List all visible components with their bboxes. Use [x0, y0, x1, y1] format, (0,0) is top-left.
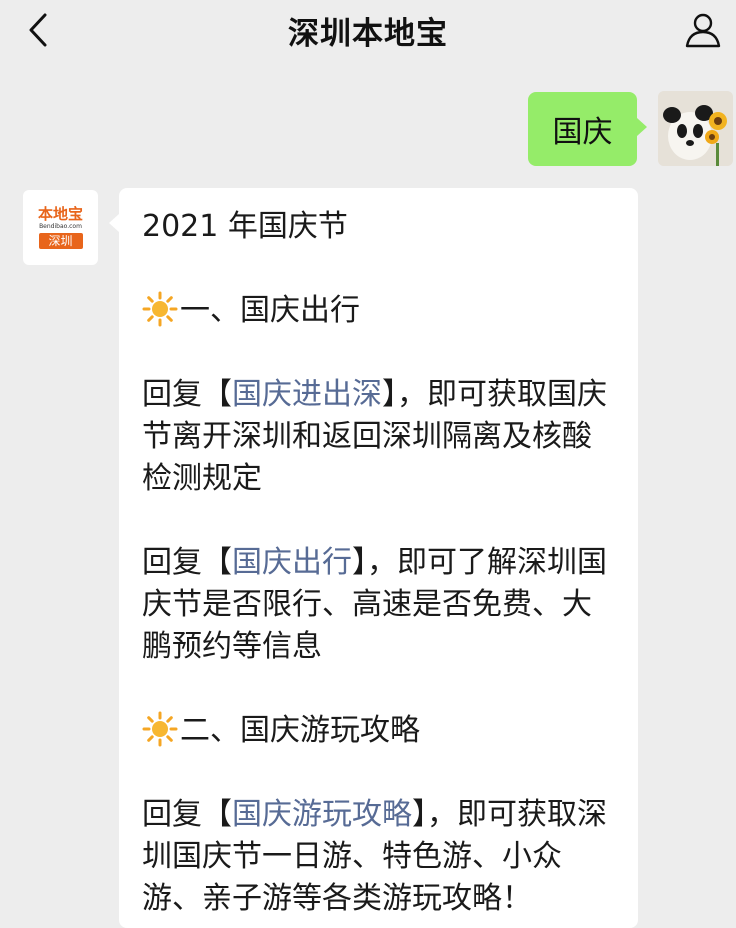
- keyword-link-guoqing-jinchushen[interactable]: 国庆进出深: [232, 377, 382, 412]
- panda-avatar-image: [658, 91, 733, 166]
- reply-instruction-2: 回复【国庆出行】，即可了解深圳国庆节是否限行、高速是否免费、大鹏预约等信息: [142, 542, 616, 668]
- section-title-text: 二、国庆游玩攻略: [180, 713, 420, 748]
- sun-icon: [142, 291, 178, 327]
- person-icon: [685, 13, 721, 48]
- message-heading: 2021 年国庆节: [142, 209, 348, 244]
- sun-icon: [142, 711, 178, 747]
- reply-instruction-3: 回复【国庆游玩攻略】，即可获取深圳国庆节一日游、特色游、小众游、亲子游等各类游玩…: [142, 794, 616, 920]
- profile-button[interactable]: [680, 8, 726, 52]
- section-title-travel: 一、国庆出行: [142, 290, 616, 332]
- section-title-text: 一、国庆出行: [180, 293, 360, 328]
- reply-instruction-1: 回复【国庆进出深】，即可获取国庆节离开深圳和返回深圳隔离及核酸检测规定: [142, 374, 616, 500]
- keyword-link-guoqing-youwan[interactable]: 国庆游玩攻略: [232, 797, 412, 832]
- keyword-link-guoqing-chuxing[interactable]: 国庆出行: [232, 545, 352, 580]
- logo-text: 本地宝: [37, 205, 83, 223]
- incoming-message-bubble: 2021 年国庆节 一、国庆出行 回复【国庆进出深】，即可获取国庆节离开深圳和返…: [109, 188, 638, 928]
- user-avatar[interactable]: [658, 91, 733, 166]
- reply-prefix: 回复【: [142, 545, 232, 580]
- logo-city: 深圳: [38, 233, 83, 249]
- chat-title: 深圳本地宝: [288, 16, 448, 52]
- outgoing-message-text: 国庆: [552, 115, 613, 150]
- chat-header: 深圳本地宝: [0, 0, 736, 60]
- section-title-tour: 二、国庆游玩攻略: [142, 710, 616, 752]
- outgoing-message-bubble[interactable]: 国庆: [528, 92, 647, 166]
- reply-prefix: 回复【: [142, 797, 232, 832]
- reply-prefix: 回复【: [142, 377, 232, 412]
- logo-url: Bendibao.com: [39, 223, 82, 230]
- official-account-avatar[interactable]: 本地宝 Bendibao.com 深圳: [23, 190, 98, 265]
